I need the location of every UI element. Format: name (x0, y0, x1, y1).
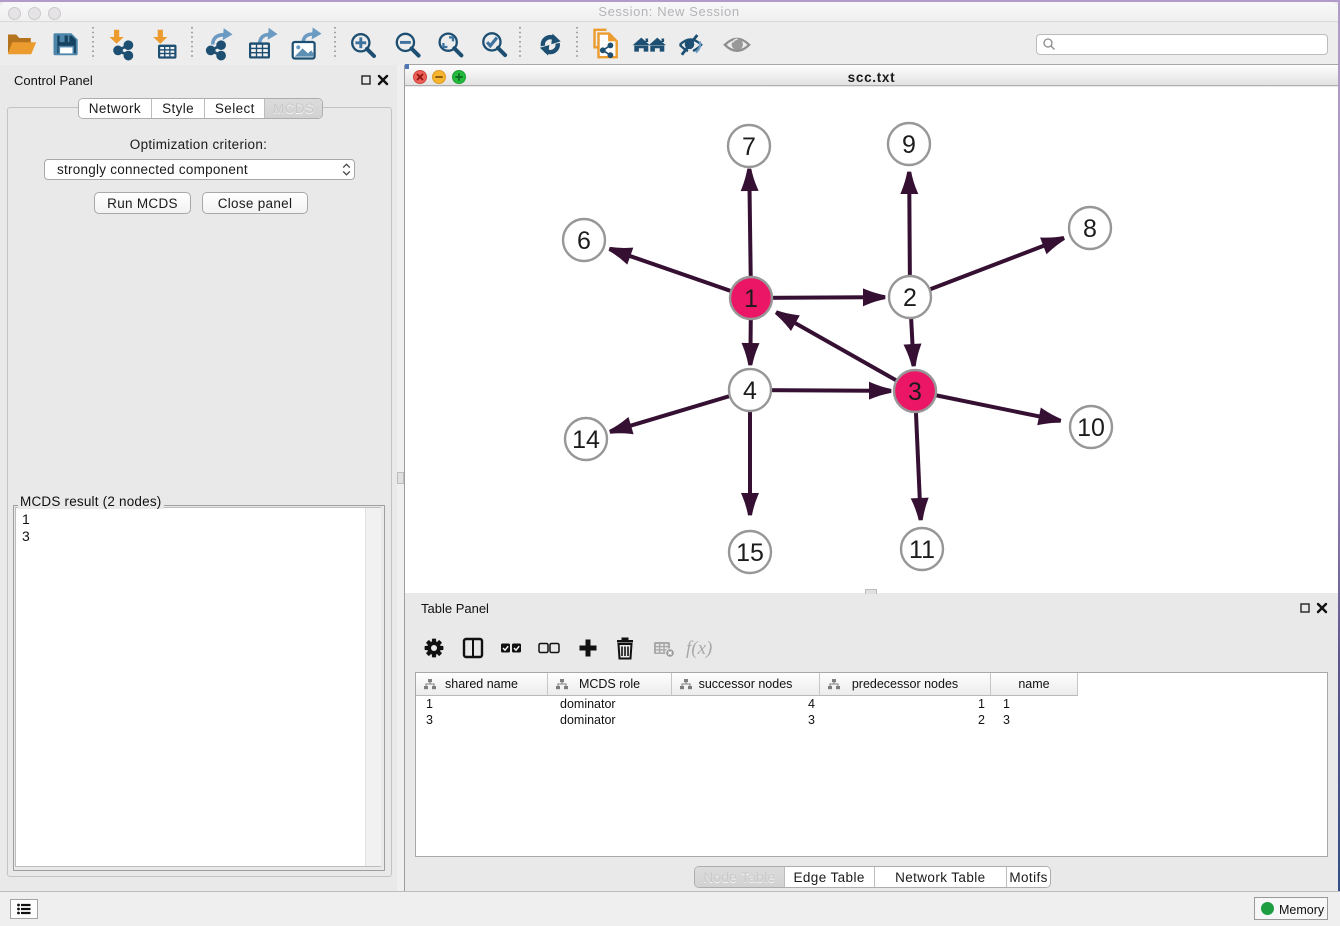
svg-text:15: 15 (736, 539, 764, 567)
svg-text:1: 1 (744, 285, 758, 313)
svg-text:7: 7 (742, 133, 756, 161)
svg-text:14: 14 (572, 426, 600, 454)
svg-text:11: 11 (909, 536, 935, 564)
svg-text:2: 2 (903, 284, 917, 312)
svg-text:9: 9 (902, 131, 916, 159)
svg-text:8: 8 (1083, 215, 1097, 243)
svg-text:3: 3 (908, 378, 922, 406)
svg-text:6: 6 (577, 227, 591, 255)
svg-text:10: 10 (1077, 414, 1105, 442)
svg-text:f(x): f(x) (686, 638, 712, 659)
svg-text:4: 4 (743, 377, 757, 405)
